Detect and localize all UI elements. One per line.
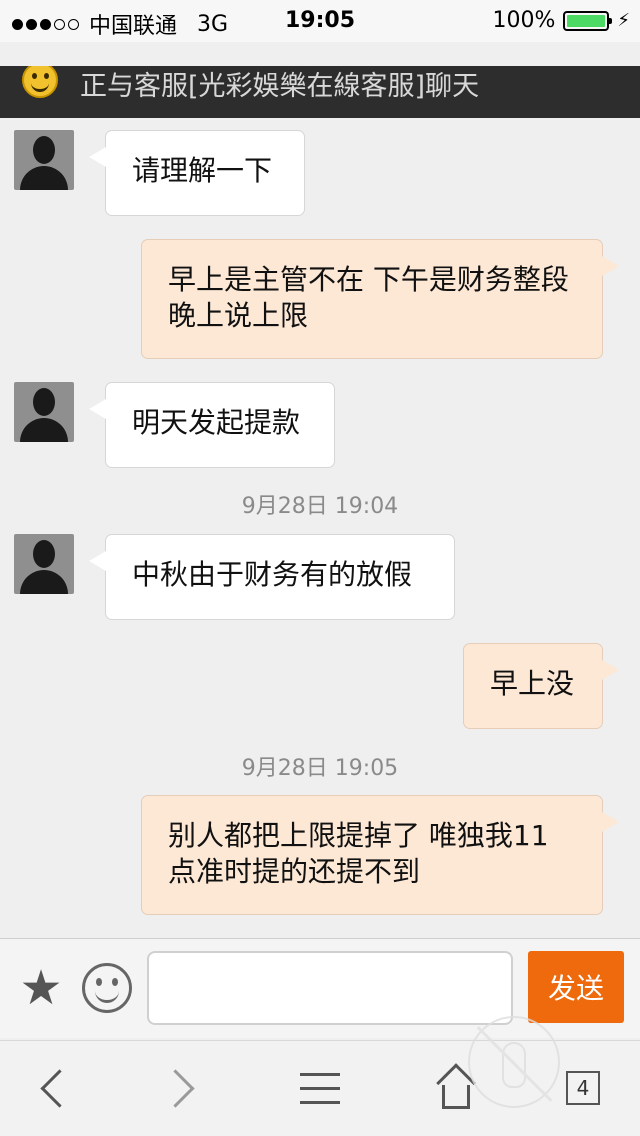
message-bubble-incoming[interactable]: 中秋由于财务有的放假 — [89, 535, 454, 619]
emoji-icon[interactable] — [82, 963, 132, 1013]
agent-avatar[interactable] — [14, 534, 74, 594]
menu-icon[interactable] — [300, 1063, 340, 1115]
message-bubble-outgoing[interactable]: 早上没 — [464, 644, 619, 728]
charging-icon: ⚡ — [617, 10, 630, 31]
message-bubble-outgoing[interactable]: 别人都把上限提掉了 唯独我11点准时提的还提不到 — [142, 796, 619, 914]
message-timestamp: 9月28日 19:04 — [241, 494, 399, 519]
message-bubble-incoming[interactable]: 明天发起提款 — [89, 383, 334, 467]
send-button[interactable]: 发送 — [528, 951, 624, 1023]
battery-percent: 100% — [492, 8, 556, 33]
message-timestamp: 9月28日 19:05 — [241, 756, 399, 781]
tabs-button[interactable]: 4 — [566, 1063, 602, 1115]
agent-avatar[interactable] — [14, 382, 74, 442]
battery-icon — [563, 10, 613, 31]
tab-count: 4 — [566, 1071, 600, 1105]
message-text: 早上没 — [490, 667, 575, 700]
footprint-icon — [468, 1016, 560, 1108]
agent-avatar[interactable] — [14, 130, 74, 190]
message-input[interactable] — [147, 951, 513, 1025]
message-text: 别人都把上限提掉了 唯独我11点准时提的还提不到 — [168, 819, 549, 888]
status-bar: 中国联通 3G 19:05 100% ⚡ — [0, 0, 640, 42]
back-arrow-icon[interactable] — [34, 1063, 70, 1115]
forward-arrow-icon[interactable] — [162, 1063, 198, 1115]
message-text: 中秋由于财务有的放假 — [132, 558, 413, 591]
message-bubble-incoming[interactable]: 请理解一下 — [89, 131, 304, 215]
chat-header: 正与客服[光彩娛樂在線客服]聊天 — [0, 66, 640, 118]
message-input-bar: ★ 发送 — [0, 938, 640, 1038]
star-icon[interactable]: ★ — [16, 963, 66, 1013]
status-right: 100% ⚡ — [492, 8, 630, 33]
chat-title: 正与客服[光彩娛樂在線客服]聊天 — [80, 71, 480, 102]
message-text: 早上是主管不在 下午是财务整段 晚上说上限 — [168, 263, 569, 332]
message-bubble-outgoing[interactable]: 早上是主管不在 下午是财务整段 晚上说上限 — [142, 240, 619, 358]
smiley-icon — [22, 66, 58, 98]
message-text: 请理解一下 — [132, 154, 273, 187]
message-text: 明天发起提款 — [132, 406, 301, 439]
